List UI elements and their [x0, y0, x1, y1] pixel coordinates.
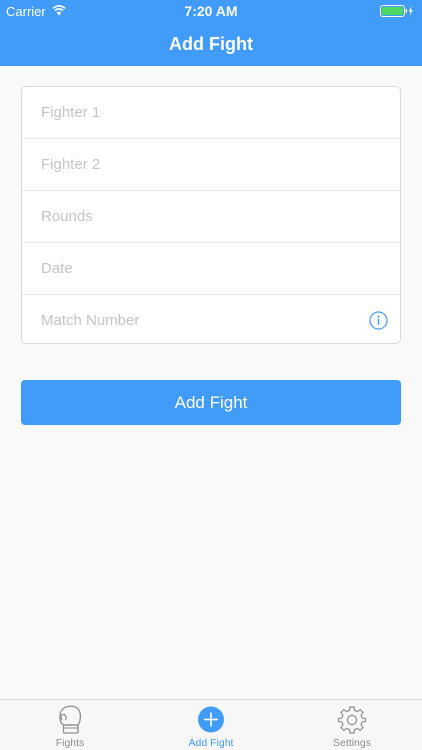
plus-circle-icon	[198, 706, 225, 738]
fighter-1-input[interactable]	[22, 87, 400, 138]
tab-fights-label: Fights	[55, 737, 85, 749]
tab-add-fight-label: Add Fight	[188, 737, 234, 749]
add-fight-button[interactable]: Add Fight	[21, 380, 401, 425]
fighter-2-input[interactable]	[22, 139, 400, 190]
gear-icon	[337, 705, 367, 740]
tab-bar: Fights Add Fight Settings	[0, 699, 422, 750]
match-number-field-row	[22, 295, 400, 343]
status-time: 7:20 AM	[184, 3, 238, 19]
navigation-header: Carrier 7:20 AM Add Fight	[0, 0, 422, 66]
date-field-row	[22, 243, 400, 295]
tab-settings-label: Settings	[333, 737, 371, 749]
tab-fights[interactable]: Fights	[0, 700, 140, 750]
page-title: Add Fight	[169, 34, 253, 54]
tab-settings[interactable]: Settings	[282, 700, 422, 750]
date-input[interactable]	[22, 243, 400, 294]
rounds-input[interactable]	[22, 191, 400, 242]
rounds-field-row	[22, 191, 400, 243]
add-fight-form	[21, 86, 401, 344]
tab-add-fight[interactable]: Add Fight	[141, 700, 281, 750]
status-bar: Carrier 7:20 AM	[0, 0, 422, 22]
boxing-glove-icon	[56, 704, 84, 741]
fighter-2-field-row	[22, 139, 400, 191]
battery-charging-icon	[380, 5, 414, 20]
info-icon[interactable]	[369, 311, 388, 335]
match-number-input[interactable]	[22, 295, 400, 343]
fighter-1-field-row	[22, 87, 400, 139]
